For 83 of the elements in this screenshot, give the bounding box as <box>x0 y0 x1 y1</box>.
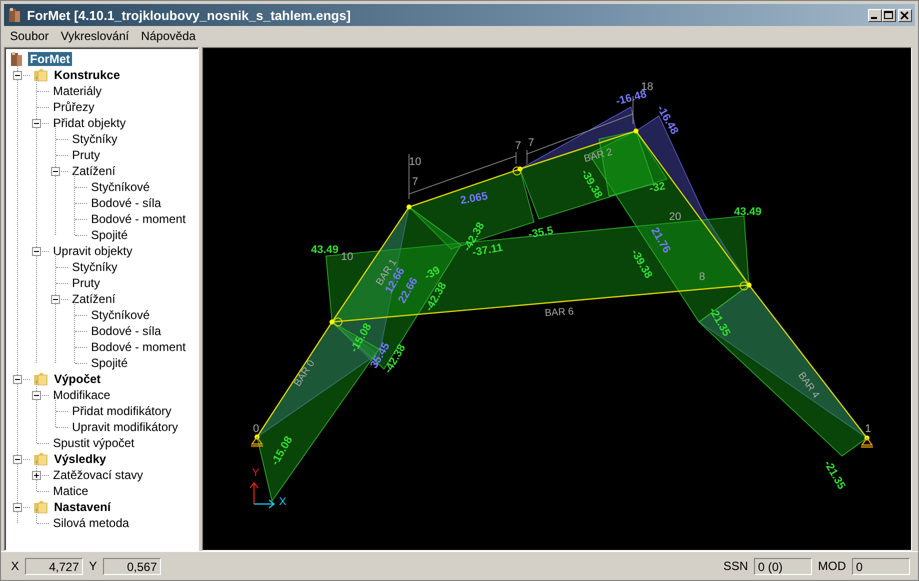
collapse-toggle[interactable] <box>13 374 22 384</box>
moment-value: 43.49 <box>311 244 339 256</box>
status-field: 0 <box>852 558 910 574</box>
close-button[interactable] <box>898 8 912 22</box>
force-value: 2.065 <box>459 190 489 207</box>
window-title: ForMet [4.10.1_trojkloubovy_nosnik_s_tahlem.engs] <box>27 8 352 22</box>
tree-item[interactable]: Bodové - síla <box>89 196 164 210</box>
tree-item[interactable]: ForMet <box>28 52 72 66</box>
collapse-toggle[interactable] <box>13 70 22 80</box>
tree-item[interactable]: Matice <box>51 484 90 498</box>
collapse-toggle[interactable] <box>32 118 41 128</box>
field-label: SSN <box>723 559 748 573</box>
tree-item[interactable]: Upravit objekty <box>51 244 134 258</box>
tree-item[interactable]: Pruty <box>70 276 102 290</box>
coordinate-field: 4,727 <box>25 558 84 574</box>
collapse-toggle[interactable] <box>32 246 41 256</box>
node-number: 1 <box>865 423 872 435</box>
field-label: MOD <box>818 559 846 573</box>
axis-label: Y <box>252 467 260 479</box>
menu-item[interactable]: Nápověda <box>134 28 202 42</box>
tree-item[interactable]: Přidat objekty <box>51 116 128 130</box>
field-label: Y <box>89 559 98 573</box>
node-number: 7 <box>528 137 534 149</box>
tree-item[interactable]: Výsledky <box>52 452 108 466</box>
bar-label: BAR 2 <box>582 146 614 165</box>
node-number: 8 <box>699 271 706 283</box>
moment-value: 43.49 <box>734 206 762 218</box>
tree-item[interactable]: Styčníky <box>70 260 120 274</box>
axis-drawing <box>249 482 275 509</box>
tree-item[interactable]: Bodové - moment <box>89 212 188 226</box>
axis-label: X <box>279 496 286 508</box>
tree-item[interactable]: Spojité <box>89 228 130 242</box>
tree-item[interactable]: Materiály <box>51 84 104 98</box>
node-number: 7 <box>412 176 418 188</box>
coordinate-field: 0,567 <box>103 558 162 574</box>
moment-value: -35.5 <box>527 224 554 241</box>
folder-icon <box>33 452 49 466</box>
collapse-toggle[interactable] <box>13 454 22 464</box>
moment-value: -39 <box>422 264 442 283</box>
tree-item[interactable]: Spojité <box>89 356 130 370</box>
field-label: X <box>11 559 20 573</box>
tree-item[interactable]: Bodové - moment <box>89 340 188 354</box>
tree-item[interactable]: Výpočet <box>52 372 103 386</box>
minimize-icon <box>871 17 877 19</box>
collapse-toggle[interactable] <box>13 502 22 512</box>
node-number: 7 <box>515 140 522 152</box>
folder-icon <box>33 372 49 386</box>
tree-item[interactable]: Silová metoda <box>51 516 132 530</box>
menu-item[interactable]: Soubor <box>4 28 55 42</box>
maximize-button[interactable] <box>882 8 896 22</box>
collapse-toggle[interactable] <box>51 166 60 176</box>
tree-item[interactable]: Pruty <box>70 148 102 162</box>
minimize-button[interactable] <box>868 8 882 22</box>
tree-item[interactable]: Konstrukce <box>52 68 122 82</box>
collapse-toggle[interactable] <box>32 390 41 400</box>
folder-icon <box>33 500 49 514</box>
tree-item[interactable]: Zatížení <box>70 164 118 178</box>
node-number: 10 <box>409 156 422 168</box>
tree-item[interactable]: Modifikace <box>51 388 112 402</box>
folder-icon <box>33 68 49 82</box>
app-logo-icon <box>7 7 23 23</box>
tree-item[interactable]: Přidat modifikátory <box>70 404 174 418</box>
tree-item[interactable]: Spustit výpočet <box>51 436 136 450</box>
tree-item[interactable]: Bodové - síla <box>89 324 164 338</box>
tree-item[interactable]: Průřezy <box>51 100 96 114</box>
moment-value: -32 <box>648 180 666 195</box>
node-number: 10 <box>341 251 354 263</box>
tree-item[interactable]: Zatěžovací stavy <box>51 468 146 482</box>
tree-item[interactable]: Styčníkové <box>89 308 152 322</box>
bar-label: BAR 6 <box>544 306 574 319</box>
maximize-icon <box>884 10 894 20</box>
expand-toggle[interactable] <box>32 470 41 480</box>
collapse-toggle[interactable] <box>51 294 60 304</box>
node-number: 20 <box>669 211 682 223</box>
tree-item[interactable]: Upravit modifikátory <box>70 420 180 434</box>
menu-item[interactable]: Vykreslování <box>54 28 135 42</box>
close-icon <box>900 10 910 20</box>
tree-item[interactable]: Nastavení <box>52 500 113 514</box>
node-number: 0 <box>253 423 260 435</box>
tree-item[interactable]: Styčníky <box>70 132 120 146</box>
tree-item[interactable]: Zatížení <box>70 292 118 306</box>
tree-item[interactable]: Styčníkové <box>89 180 152 194</box>
status-field: 0 (0) <box>754 558 812 574</box>
